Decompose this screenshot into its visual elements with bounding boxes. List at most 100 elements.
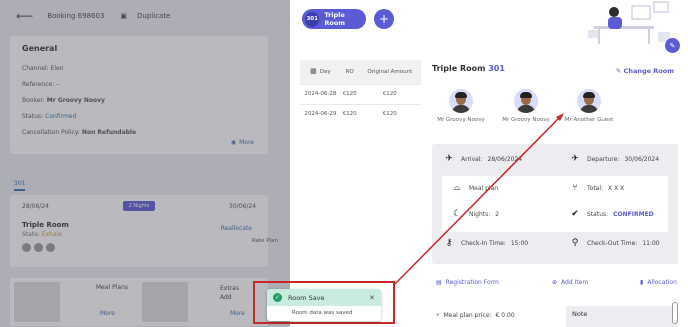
table-cell: €120 [340,103,359,124]
general-more-label: More [239,139,254,146]
calendar-icon: ▦ [310,67,317,76]
avatar [514,89,538,113]
extras-more-link[interactable]: More [230,310,245,317]
status-value: Confirmed [45,113,77,120]
guest-name: Mr Groovy Noovy [502,117,550,123]
column-header: RO [340,60,359,84]
price-table-header: ▦ Day RO Original Amount [300,60,421,84]
add-item-label: Add Item [561,279,589,286]
change-room-button[interactable]: ✎ Change Room [616,67,674,75]
add-item-button[interactable]: ⊕ Add Item [552,279,588,286]
room-chip[interactable]: 301 Triple Room [302,9,366,29]
general-more-link[interactable]: ◉ More [231,139,254,146]
extras-section: Extras Add [220,284,239,302]
meal-price-row: ⑂ Meal plan price: € 0.00 [436,312,515,319]
note-box[interactable]: Note [566,306,678,327]
moon-icon: ☾ [452,209,462,219]
column-header: ▦ Day [300,60,341,84]
nights-label: Nights: [469,210,491,218]
state-prefix: State: [22,231,40,238]
edit-pencil-icon[interactable]: ✎ [665,38,680,53]
cutlery-icon: ⑂ [572,183,578,193]
checkout-value: 11:00 [642,239,660,247]
arrival-value: 28/06/2024 [487,155,523,163]
status-label: Status: [587,210,609,218]
extras-add-button[interactable]: Add [220,293,239,302]
meal-price-label: Meal plan price: [443,312,492,319]
departure-label: Departure: [587,155,620,163]
paperclip-icon[interactable] [672,302,678,324]
extras-label: Extras [220,285,239,292]
toast-header: ✓ Room Save ✕ [267,289,381,306]
stay-state: State: Exhale [22,231,256,238]
avatar [46,243,55,252]
status-value: CONFIRMED [613,210,654,218]
stay-info-box: ✈ Arrival: 28/06/2024 ✈ Departure: 30/06… [432,144,678,264]
workspace-illustration [588,1,670,44]
stay-card: 28/06/24 2 Nights 30/06/24 Triple Room S… [10,195,268,267]
checkout-row: ⚲ Check-Out Time: 11:00 [568,238,660,248]
arrival-row: ✈ Arrival: 28/06/2024 [442,154,522,164]
avatar [34,243,43,252]
reallocate-button[interactable]: Reallocate [221,225,252,232]
rate-plan-label: Rate Plan [251,238,278,244]
booker-name: Mr Groovy Noovy [46,97,105,104]
meal-more-link[interactable]: More [100,310,115,317]
key-icon: ⚷ [445,238,453,248]
pencil-icon: ✎ [615,67,622,75]
status-line: Status: Confirmed [22,113,256,120]
checkin-value: 15:00 [510,239,529,247]
meal-ticket-image [14,282,60,322]
guest-card[interactable]: Mr Groovy Noovy [491,89,561,123]
table-row: 2024-06-28 €120 €120 [300,83,421,104]
eye-icon: ◉ [230,139,237,146]
table-row: 2024-06-29 €120 €120 [300,103,421,124]
status-prefix: Status: [22,113,44,120]
departure-value: 30/06/2024 [624,155,660,163]
room-panel: 301 Triple Room + ✎ ▦ Day RO Original Amo… [290,0,688,327]
checkin-row: ⚷ Check-In Time: 15:00 [442,238,528,248]
column-header: Original Amount [358,60,421,84]
channel-line: Channel: Elen [22,65,64,72]
duplicate-button[interactable]: Duplicate [137,12,170,20]
guest-card[interactable]: Mr Another Guest [554,89,624,123]
plus-circle-icon: ⊕ [552,279,558,286]
note-label: Note [572,310,588,318]
meal-plans-label: Meal Plans [96,284,129,291]
cancellation-line: Cancellation Policy: Non Refundable [22,129,256,136]
checkout-label: Check-Out Time: [587,239,638,247]
total-value: X X X [608,184,625,192]
total-label: Total: [587,184,604,192]
nights-value: 2 [495,210,500,218]
back-arrow-icon[interactable]: ⟵ [16,9,33,23]
change-room-label: Change Room [623,67,674,75]
add-room-button[interactable]: + [374,9,394,29]
booker-prefix: Booker: [22,97,45,104]
toast-message: Room data was saved [292,310,353,316]
copy-icon: ▣ [120,12,128,20]
checkin-label: Check-In Time: [461,239,506,247]
extras-ticket-image [142,282,188,322]
cutlery-icon: ⑂ [436,312,440,319]
stay-start-date: 28/06/24 [22,202,49,210]
room-detail-name: Triple Room [432,64,486,73]
guest-card[interactable]: Mr Groovy Noovy [426,89,496,123]
tab-room-301[interactable]: 301 [14,180,26,191]
avatar [577,89,601,113]
allocation-button[interactable]: ▮ Allocation [640,279,677,286]
guest-name: Mr Another Guest [564,117,614,123]
meal-price-value: € 0.00 [495,312,515,319]
state-value: Exhale [41,231,63,238]
walking-person-icon: ⚲ [571,238,579,248]
registration-form-button[interactable]: ▤ Registration Form [436,279,499,286]
table-cell: 2024-06-28 [300,83,341,104]
plane-landing-icon: ✈ [445,154,453,164]
avatar [449,89,473,113]
toast-close-icon[interactable]: ✕ [369,294,375,302]
toast-title: Room Save [288,293,325,302]
document-icon: ▤ [436,279,442,286]
departure-row: ✈ Departure: 30/06/2024 [568,154,659,164]
cancellation-value: Non Refundable [81,129,137,136]
plane-takeoff-icon: ✈ [571,154,579,164]
arrival-label: Arrival: [461,155,483,163]
